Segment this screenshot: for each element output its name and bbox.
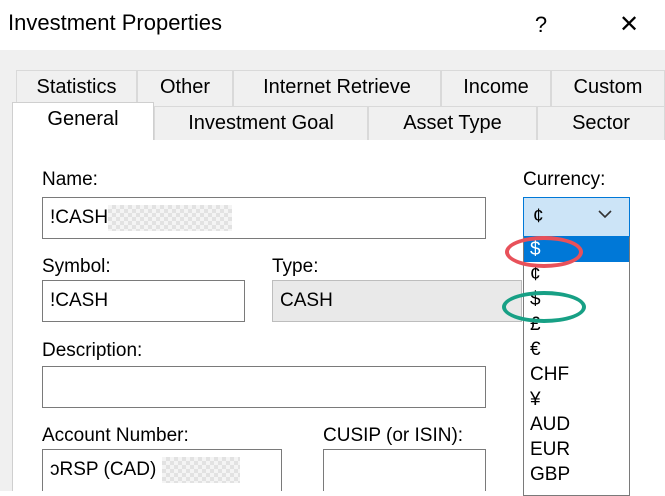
type-field: CASH [272, 280, 522, 322]
symbol-value: !CASH [50, 290, 109, 311]
cusip-label: CUSIP (or ISIN): [323, 425, 464, 446]
close-button[interactable]: ✕ [612, 8, 646, 42]
account-number-field[interactable]: ᴐRSP (CAD) [42, 449, 282, 491]
name-value: !CASH [50, 207, 109, 228]
tab-investment-goal[interactable]: Investment Goal [154, 106, 368, 140]
currency-label: Currency: [523, 169, 606, 190]
tab-asset-type[interactable]: Asset Type [368, 106, 537, 140]
currency-option-yen[interactable]: ¥ [524, 387, 629, 412]
chevron-down-icon [598, 206, 612, 224]
name-label: Name: [42, 169, 98, 190]
type-label: Type: [272, 256, 319, 277]
currency-select[interactable]: ¢ [523, 197, 630, 237]
red-highlight-ring [505, 236, 583, 268]
tab-sector[interactable]: Sector [537, 106, 665, 140]
tab-internet-retrieve[interactable]: Internet Retrieve [233, 70, 441, 106]
account-number-label: Account Number: [42, 425, 189, 446]
currency-option-euro[interactable]: € [524, 337, 629, 362]
green-highlight-ring [502, 291, 586, 323]
description-label: Description: [42, 340, 143, 361]
symbol-label: Symbol: [42, 256, 111, 277]
help-button[interactable]: ? [524, 8, 558, 42]
window-title: Investment Properties [8, 10, 222, 35]
title-bar: Investment Properties ? ✕ [0, 0, 665, 50]
symbol-field[interactable]: !CASH [42, 280, 245, 322]
currency-option-chf[interactable]: CHF [524, 362, 629, 387]
redacted-text [108, 204, 233, 231]
tab-general[interactable]: General [12, 102, 154, 140]
description-field[interactable] [42, 366, 486, 408]
currency-dropdown-list[interactable]: $ ¢ $ £ € CHF ¥ AUD EUR GBP [523, 236, 630, 496]
cusip-field[interactable] [323, 449, 486, 491]
tab-custom[interactable]: Custom [551, 70, 665, 106]
currency-option-aud[interactable]: AUD [524, 412, 629, 437]
account-number-value: ᴐRSP (CAD) [50, 459, 157, 480]
tab-other[interactable]: Other [137, 70, 233, 106]
currency-selected-value: ¢ [533, 206, 544, 227]
name-field[interactable]: !CASH [42, 197, 486, 239]
redacted-text [162, 456, 241, 483]
type-value: CASH [280, 290, 333, 311]
tab-statistics[interactable]: Statistics [16, 70, 137, 106]
tab-income[interactable]: Income [441, 70, 551, 106]
currency-option-gbp[interactable]: GBP [524, 462, 629, 487]
currency-option-eur[interactable]: EUR [524, 437, 629, 462]
